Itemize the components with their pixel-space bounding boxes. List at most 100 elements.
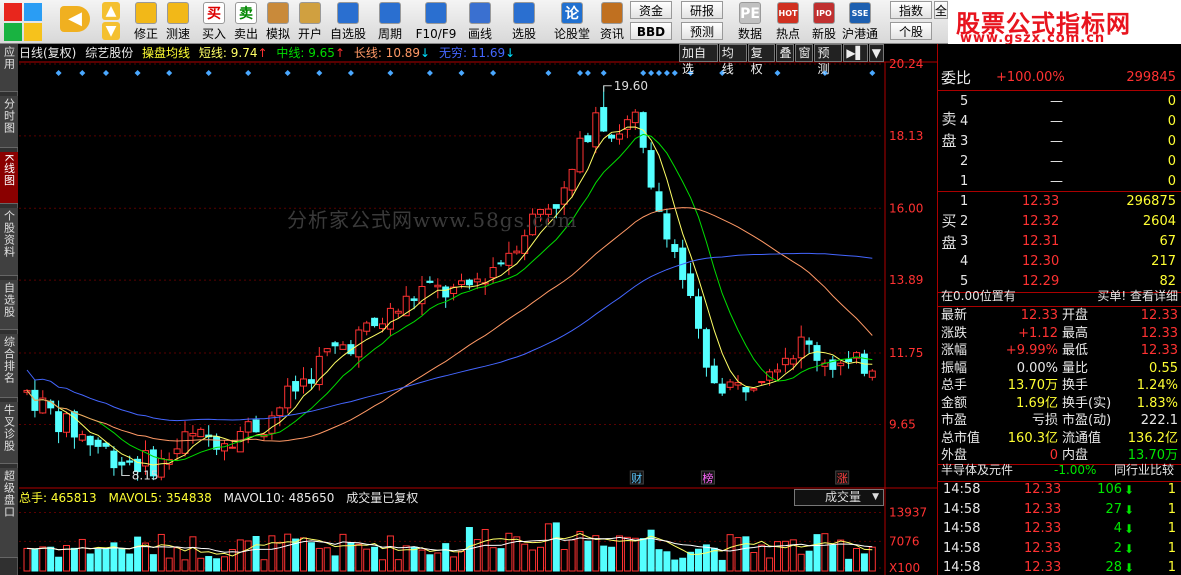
candle-body[interactable] xyxy=(616,133,623,140)
candle-body[interactable] xyxy=(292,381,300,392)
candle-body[interactable] xyxy=(386,307,394,330)
info-diamond-icon[interactable] xyxy=(577,70,583,76)
candle-body[interactable] xyxy=(568,168,576,191)
toolbar-clock-button[interactable]: 周期 xyxy=(372,2,408,42)
info-diamond-icon[interactable] xyxy=(663,70,670,76)
candle-body[interactable] xyxy=(813,345,821,361)
candle-body[interactable] xyxy=(157,458,165,478)
chart-tool-1[interactable]: 均线 xyxy=(718,44,747,76)
toolbar-monitor-button[interactable]: 选股 xyxy=(506,2,542,42)
toolbar-hk-connect-button[interactable]: SSE 沪港通 xyxy=(842,2,878,42)
info-diamond-icon[interactable] xyxy=(648,70,655,76)
left-tab-3[interactable]: 个股资料 xyxy=(0,208,18,276)
candle-body[interactable] xyxy=(126,460,134,463)
index-button[interactable]: 指数 xyxy=(890,1,932,19)
candle-body[interactable] xyxy=(189,432,197,437)
candle-body[interactable] xyxy=(781,357,789,366)
toolbar-stopwatch-button[interactable]: 测速 xyxy=(160,2,196,42)
candle-body[interactable] xyxy=(710,365,718,384)
sector-name[interactable]: 半导体及元件 xyxy=(941,460,1013,480)
info-diamond-icon[interactable] xyxy=(426,70,433,76)
candle-body[interactable] xyxy=(505,252,513,266)
candle-body[interactable] xyxy=(300,378,307,387)
candle-body[interactable] xyxy=(118,461,126,466)
kline-chart-panel[interactable]: 20.24 18.13 16.00 13.89 11.75 9.65 13937 7076 X1… xyxy=(19,44,937,575)
candle-body[interactable] xyxy=(576,137,584,173)
info-diamond-icon[interactable] xyxy=(79,70,86,76)
left-tab-0[interactable]: 应用 xyxy=(0,44,18,92)
candle-body[interactable] xyxy=(774,369,781,373)
toolbar-forum-button[interactable]: 论论股堂 xyxy=(554,2,590,42)
candle-body[interactable] xyxy=(347,344,355,355)
info-diamond-icon[interactable] xyxy=(490,70,497,76)
info-diamond-icon[interactable] xyxy=(387,70,394,76)
toolbar-gavel-button[interactable]: 模拟 xyxy=(260,2,296,42)
candle-body[interactable] xyxy=(315,355,323,386)
info-diamond-icon[interactable] xyxy=(545,70,552,76)
indicator-name[interactable]: 操盘均线 xyxy=(142,46,190,60)
candle-body[interactable] xyxy=(276,407,284,417)
info-diamond-icon[interactable] xyxy=(245,70,252,76)
candle-body[interactable] xyxy=(363,322,371,332)
info-diamond-icon[interactable] xyxy=(584,70,591,76)
candle-body[interactable] xyxy=(497,262,505,265)
candle-body[interactable] xyxy=(55,411,63,433)
candle-body[interactable] xyxy=(371,317,379,327)
toolbar-hot-button[interactable]: HOT 热点 xyxy=(770,2,806,42)
candle-body[interactable] xyxy=(695,296,702,329)
candle-body[interactable] xyxy=(797,336,805,359)
candle-body[interactable] xyxy=(434,284,442,288)
forecast-button[interactable]: 预测 xyxy=(681,22,723,40)
left-tab-1[interactable]: 分时图 xyxy=(0,96,18,148)
candle-body[interactable] xyxy=(631,111,639,124)
candle-body[interactable] xyxy=(110,450,118,469)
info-diamond-icon[interactable] xyxy=(166,70,173,76)
candle-body[interactable] xyxy=(63,413,70,433)
left-tab-7[interactable]: 超级盘口 xyxy=(0,468,18,558)
toolbar-pen-button[interactable]: 画线 xyxy=(462,2,498,42)
candle-body[interactable] xyxy=(331,342,339,347)
candle-body[interactable] xyxy=(339,344,347,350)
detail-link[interactable]: 买单! 查看详细 xyxy=(1097,286,1178,306)
info-diamond-icon[interactable] xyxy=(671,70,678,76)
info-diamond-icon[interactable] xyxy=(316,70,323,76)
candle-body[interactable] xyxy=(600,107,608,132)
candle-body[interactable] xyxy=(78,434,86,441)
info-diamond-icon[interactable] xyxy=(55,70,62,76)
candle-body[interactable] xyxy=(70,411,78,438)
candle-body[interactable] xyxy=(244,421,252,433)
chart-tool-2[interactable]: 复权 xyxy=(747,44,776,76)
candle-body[interactable] xyxy=(442,286,450,298)
chart-tool-3[interactable]: 叠 xyxy=(776,44,795,62)
toolbar-buy-button[interactable]: 买买入 xyxy=(196,2,232,42)
candle-body[interactable] xyxy=(560,187,568,205)
candle-body[interactable] xyxy=(458,280,465,286)
toolbar-data-button[interactable]: PE 数据 xyxy=(732,2,768,42)
candle-body[interactable] xyxy=(766,371,774,381)
candle-body[interactable] xyxy=(758,381,766,384)
candle-body[interactable] xyxy=(489,267,497,279)
candle-body[interactable] xyxy=(805,340,813,345)
capital-button[interactable]: 资金 xyxy=(630,1,672,19)
candle-body[interactable] xyxy=(687,273,695,296)
back-button[interactable]: ◀ xyxy=(52,2,98,42)
candle-body[interactable] xyxy=(473,278,481,283)
toolbar-sell-button[interactable]: 卖卖出 xyxy=(228,2,264,42)
candle-body[interactable] xyxy=(307,379,315,384)
info-diamond-icon[interactable] xyxy=(205,70,212,76)
info-diamond-icon[interactable] xyxy=(869,70,876,76)
candle-body[interactable] xyxy=(394,310,402,314)
info-diamond-icon[interactable] xyxy=(640,70,647,76)
info-diamond-icon[interactable] xyxy=(774,70,781,76)
candle-body[interactable] xyxy=(663,213,671,240)
toolbar-lock-button[interactable]: 开户 xyxy=(292,2,328,42)
toolbar-ipo-button[interactable]: IPO 新股 xyxy=(806,2,842,42)
stock-button[interactable]: 个股 xyxy=(890,22,932,40)
info-diamond-icon[interactable] xyxy=(347,70,354,76)
candle-body[interactable] xyxy=(284,385,292,409)
toolbar-f10-button[interactable]: F10/F9 xyxy=(414,2,458,42)
all-button[interactable]: 全 xyxy=(934,1,948,19)
chart-tool-5[interactable]: 预测 xyxy=(814,44,843,76)
volume-indicator-select[interactable]: 成交量 ▼ xyxy=(794,489,884,506)
left-tab-2[interactable]: K线图 xyxy=(0,152,18,204)
